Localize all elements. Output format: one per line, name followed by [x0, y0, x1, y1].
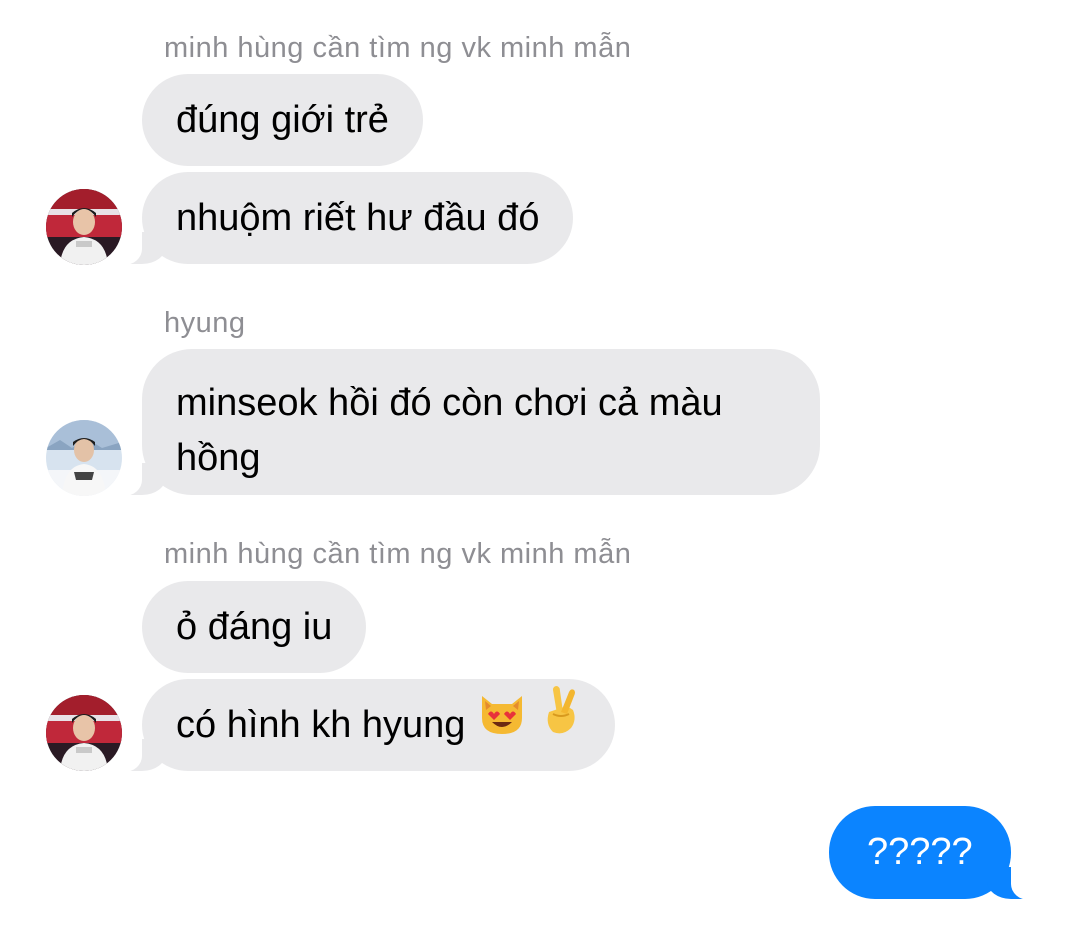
message-text: ?????: [867, 831, 973, 873]
message-text: đúng giới trẻ: [176, 99, 389, 141]
avatar-hyung[interactable]: [46, 420, 122, 496]
smiling-cat-heart-eyes-emoji: [476, 678, 528, 770]
message-bubble[interactable]: nhuộm riết hư đầu đó: [111, 172, 574, 265]
avatar-photo: [46, 189, 122, 265]
sender-name: minh hùng cần tìm ng vk minh mẫn: [164, 32, 632, 64]
avatar-minh-hung[interactable]: [46, 189, 122, 265]
message-bubble[interactable]: đúng giới trẻ: [142, 74, 423, 166]
avatar-minh-hung[interactable]: [46, 695, 122, 771]
avatar-photo: [46, 695, 122, 771]
message-bubble-outgoing[interactable]: ?????: [829, 806, 1041, 900]
sender-name: minh hùng cần tìm ng vk minh mẫn: [164, 538, 632, 570]
crossed-fingers-emoji: [539, 678, 581, 770]
message-text: nhuộm riết hư đầu đó: [176, 197, 540, 239]
avatar-photo: [46, 420, 122, 496]
message-bubble[interactable]: ỏ đáng iu: [142, 581, 367, 673]
message-bubble[interactable]: minseok hồi đó còn chơi cả màu hồng: [112, 349, 820, 496]
message-bubble[interactable]: có hình kh hyung: [112, 678, 615, 772]
message-text: có hình kh hyung: [176, 704, 466, 746]
message-text: minseok hồi đó còn chơi cả màu hồng: [176, 382, 723, 479]
message-text: ỏ đáng iu: [176, 606, 333, 648]
sender-name: hyung: [164, 307, 246, 339]
